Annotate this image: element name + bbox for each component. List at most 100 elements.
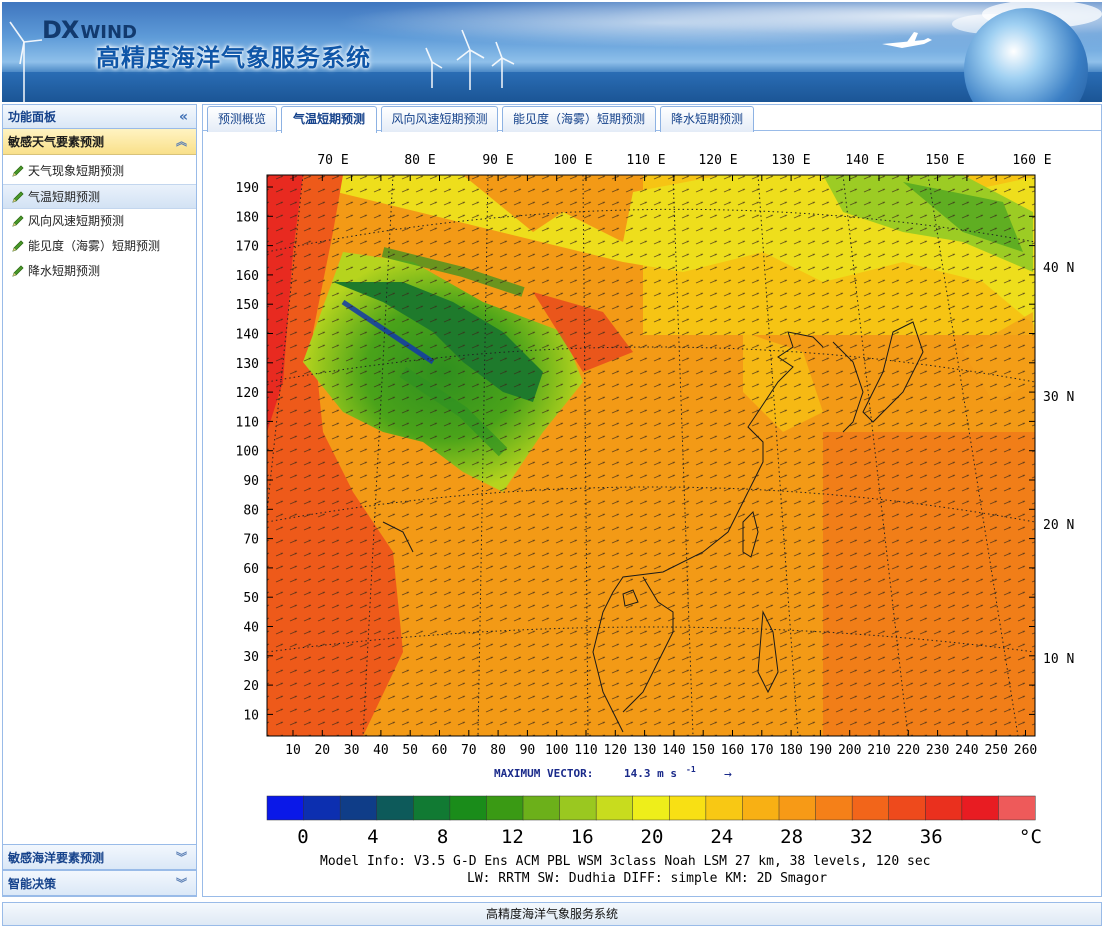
max-vector-legend: MAXIMUM VECTOR: 14.3 m s -1 → [494,765,732,782]
longitude-label: 140 E [845,153,884,168]
sidebar-item-label: 降水短期预测 [28,264,101,278]
x-tick-label: 80 [490,743,506,758]
temperature-field [267,175,1035,736]
airplane-icon [882,32,932,48]
colorbar-swatch [961,795,999,821]
pencil-icon [12,214,24,227]
sidebar-item-visibility[interactable]: 能见度（海雾）短期预测 [3,234,196,259]
y-tick-label: 40 [243,621,259,636]
pencil-icon [12,264,24,277]
footer: 高精度海洋气象服务系统 [2,902,1102,926]
colorbar-tick-label: 4 [367,826,378,848]
group-sensitive-weather[interactable]: 敏感天气要素预测 ︽ [3,129,196,155]
tab-label: 能见度（海雾）短期预测 [512,112,645,126]
colorbar-swatch [778,795,817,821]
x-tick-label: 180 [779,743,802,758]
x-tick-label: 60 [432,743,448,758]
colorbar-tick-label: 8 [437,826,448,848]
main-panel: 预测概览 气温短期预测 风向风速短期预测 能见度（海雾）短期预测 降水短期预测 [202,104,1102,897]
group-label: 敏感天气要素预测 [8,135,105,149]
y-tick-label: 160 [236,269,259,284]
collapse-panel-icon[interactable]: « [179,105,188,129]
sidebar-item-label: 天气现象短期预测 [28,164,125,178]
y-tick-label: 190 [236,181,259,196]
y-tick-label: 140 [236,328,259,343]
colorbar [266,795,1036,821]
x-tick-label: 140 [662,743,685,758]
group-sensitive-ocean[interactable]: 敏感海洋要素预测 ︾ [3,844,196,870]
longitude-label: 130 E [771,153,810,168]
sidebar-item-temperature[interactable]: 气温短期预测 [3,184,196,209]
map-svg: 1901801701601501401301201101009080706050… [236,153,1075,886]
max-vector-arrow-icon: → [724,767,732,782]
x-tick-label: 190 [809,743,832,758]
x-tick-label: 70 [461,743,477,758]
y-tick-label: 20 [243,679,259,694]
colorbar-swatch [266,795,305,821]
weather-forecast-list: 天气现象短期预测 气温短期预测 风向风速短期预测 能见度（海雾）短期预测 降水短… [3,155,196,284]
x-tick-label: 260 [1014,743,1037,758]
latitude-label: 10 N [1043,652,1074,667]
sidebar-title: 功能面板 « [3,105,196,129]
longitude-label: 160 E [1012,153,1051,168]
x-tick-label: 20 [314,743,330,758]
longitude-label: 150 E [925,153,964,168]
model-info-line2: LW: RRTM SW: Dudhia DIFF: simple KM: 2D … [467,871,827,886]
longitude-label: 120 E [698,153,737,168]
pencil-icon [12,190,24,203]
x-tick-label: 30 [344,743,360,758]
x-tick-label: 40 [373,743,389,758]
x-tick-label: 90 [520,743,536,758]
max-vector-label: MAXIMUM VECTOR: [494,767,593,780]
colorbar-swatch [851,795,890,821]
latitude-label: 30 N [1043,390,1074,405]
chevron-down-icon[interactable]: ︾ [176,871,187,897]
colorbar-tick-label: 32 [850,826,873,848]
y-tick-label: 30 [243,650,259,665]
colorbar-swatch [449,795,487,821]
colorbar-tick-label: 12 [501,826,524,848]
x-tick-label: 200 [838,743,861,758]
tab-overview[interactable]: 预测概览 [207,106,277,132]
sidebar-item-label: 能见度（海雾）短期预测 [28,239,161,253]
longitude-label: 110 E [626,153,665,168]
tab-temperature[interactable]: 气温短期预测 [281,106,377,133]
colorbar-tick-label: 0 [297,826,308,848]
sidebar-item-weather-phenomena[interactable]: 天气现象短期预测 [3,159,196,184]
colorbar-swatch [742,795,780,821]
colorbar-tick-label: 36 [920,826,943,848]
tab-label: 风向风速短期预测 [391,112,488,126]
colorbar-swatch [888,795,926,821]
x-tick-label: 50 [402,743,418,758]
sidebar: 功能面板 « 敏感天气要素预测 ︽ 天气现象短期预测 气温短期预测 风向风速短期… [2,104,197,897]
tab-visibility[interactable]: 能见度（海雾）短期预测 [502,106,656,132]
tab-label: 气温短期预测 [292,112,365,126]
group-smart-decision[interactable]: 智能决策 ︾ [3,870,196,896]
x-tick-label: 210 [867,743,890,758]
pencil-icon [12,239,24,252]
colorbar-swatch [595,795,634,821]
sidebar-item-wind[interactable]: 风向风速短期预测 [3,209,196,234]
group-label: 智能决策 [8,877,57,891]
colorbar-swatch [998,795,1036,821]
tab-label: 降水短期预测 [670,112,743,126]
chevron-up-icon[interactable]: ︽ [176,129,187,155]
colorbar-swatch [815,795,853,821]
sidebar-item-precipitation[interactable]: 降水短期预测 [3,259,196,284]
x-tick-label: 220 [897,743,920,758]
chevron-down-icon[interactable]: ︾ [176,845,187,871]
group-label: 敏感海洋要素预测 [8,851,105,865]
y-tick-label: 150 [236,298,259,313]
x-tick-label: 130 [633,743,656,758]
y-tick-label: 50 [243,591,259,606]
x-tick-label: 240 [955,743,978,758]
latitude-label: 20 N [1043,518,1074,533]
tab-precipitation[interactable]: 降水短期预测 [660,106,754,132]
x-tick-label: 230 [926,743,949,758]
tab-label: 预测概览 [217,112,266,126]
y-tick-label: 180 [236,210,259,225]
max-vector-exponent: -1 [686,765,696,774]
header-banner: DX WIND 高精度海洋气象服务系统 [2,2,1102,102]
tab-wind[interactable]: 风向风速短期预测 [381,106,498,132]
y-tick-label: 170 [236,240,259,255]
